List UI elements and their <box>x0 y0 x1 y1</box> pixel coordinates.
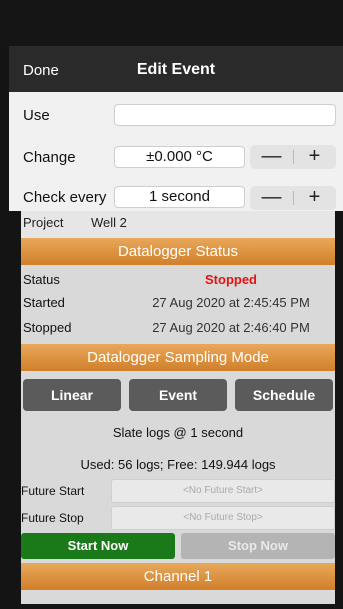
project-label: Project <box>23 215 64 230</box>
modal-title: Edit Event <box>136 61 216 78</box>
stopped-label: Stopped <box>23 320 72 335</box>
project-row: Project Well 2 <box>21 211 335 238</box>
use-label: Use <box>23 107 50 124</box>
channel-1-header: Channel 1 <box>21 563 335 590</box>
status-bar-area <box>0 0 343 46</box>
slate-logs-text: Slate logs @ 1 second <box>112 425 244 440</box>
mode-event-button[interactable]: Event <box>129 379 227 411</box>
check-every-input[interactable]: 1 second <box>114 186 245 208</box>
check-every-label: Check every <box>23 189 107 206</box>
bottom-edge <box>0 604 343 609</box>
future-stop-field[interactable]: <No Future Stop> <box>111 506 335 530</box>
future-start-label: Future Start <box>21 484 85 498</box>
status-label: Status <box>23 272 60 287</box>
change-increment-button[interactable]: + <box>293 145 336 169</box>
status-value: Stopped <box>205 272 257 287</box>
modal-header: Done Edit Event <box>9 46 343 92</box>
started-label: Started <box>23 295 65 310</box>
sampling-mode-header: Datalogger Sampling Mode <box>21 344 335 371</box>
datalogger-status-header: Datalogger Status <box>21 238 335 265</box>
check-every-stepper: — + <box>250 186 336 210</box>
stopped-value: 27 Aug 2020 at 2:46:40 PM <box>152 320 310 335</box>
stop-now-button[interactable]: Stop Now <box>181 533 335 559</box>
edit-event-modal: Done Edit Event Use Change ±0.000 °C — +… <box>9 46 343 211</box>
mode-linear-button[interactable]: Linear <box>23 379 121 411</box>
datalogger-screen: Project Well 2 Datalogger Status Status … <box>21 211 335 604</box>
change-label: Change <box>23 149 76 166</box>
check-every-decrement-button[interactable]: — <box>250 186 293 210</box>
change-decrement-button[interactable]: — <box>250 145 293 169</box>
start-now-button[interactable]: Start Now <box>21 533 175 559</box>
check-every-increment-button[interactable]: + <box>293 186 336 210</box>
change-stepper: — + <box>250 145 336 169</box>
log-usage-text: Used: 56 logs; Free: 149.944 logs <box>80 457 276 472</box>
use-input[interactable] <box>114 104 336 126</box>
future-start-field[interactable]: <No Future Start> <box>111 479 335 503</box>
change-input[interactable]: ±0.000 °C <box>114 146 245 168</box>
future-stop-label: Future Stop <box>21 511 84 525</box>
project-value: Well 2 <box>91 215 127 230</box>
started-value: 27 Aug 2020 at 2:45:45 PM <box>152 295 310 310</box>
mode-schedule-button[interactable]: Schedule <box>235 379 333 411</box>
